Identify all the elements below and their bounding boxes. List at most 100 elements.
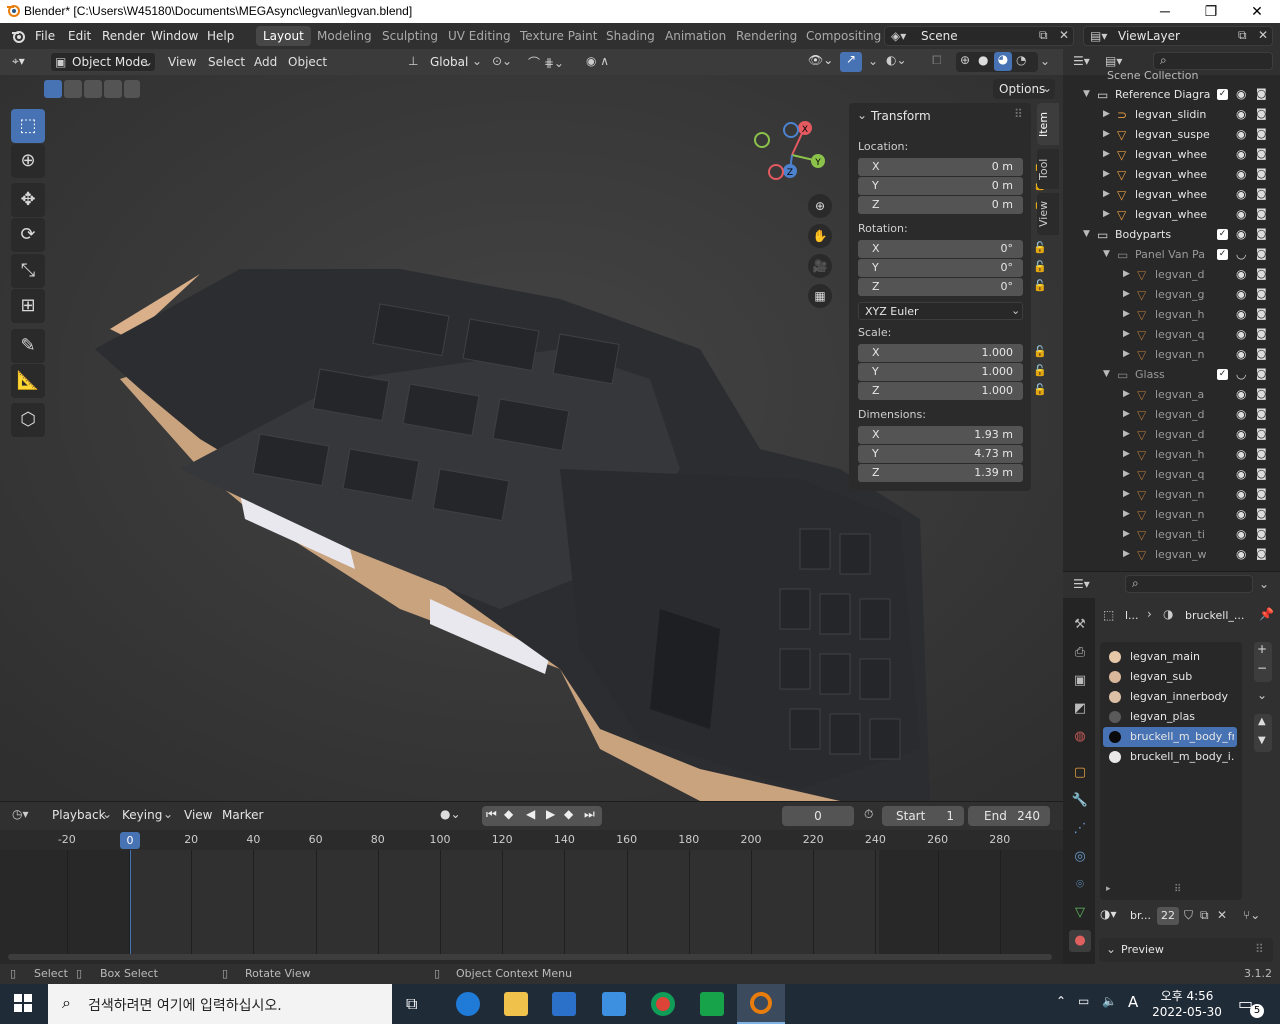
visibility-eye-icon[interactable]: ◉: [1236, 327, 1246, 341]
expand-right-icon[interactable]: ▶: [1123, 449, 1130, 459]
visibility-eye-icon[interactable]: ◡: [1236, 247, 1246, 261]
outliner-object-row[interactable]: ▶ ▽ legvan_q ◉ ◙: [1063, 325, 1280, 345]
menu-select[interactable]: Select: [208, 55, 245, 69]
expand-right-icon[interactable]: ▶: [1123, 489, 1130, 499]
tab-animation[interactable]: Animation: [665, 29, 726, 43]
add-cube-tool[interactable]: ⬡: [11, 403, 45, 437]
outliner-object-row[interactable]: ▶ ▽ legvan_suspe ◉ ◙: [1063, 125, 1280, 145]
editor-type-icon[interactable]: ◷▾: [12, 807, 29, 821]
timeline-scrollbar[interactable]: [8, 954, 1052, 960]
pin-icon[interactable]: 📌: [1259, 607, 1274, 621]
particles-properties-icon[interactable]: ⋰: [1069, 818, 1091, 840]
expand-right-icon[interactable]: ▶: [1103, 149, 1110, 159]
tab-item[interactable]: Item: [1037, 103, 1059, 145]
expand-right-icon[interactable]: ▶: [1123, 349, 1130, 359]
material-datablock[interactable]: ◑▾ br... 22 ⛉ ⧉ ✕: [1100, 906, 1234, 926]
render-camera-icon[interactable]: ◙: [1256, 307, 1267, 320]
render-camera-icon[interactable]: ◙: [1256, 407, 1267, 420]
visibility-eye-icon[interactable]: ◉: [1236, 407, 1246, 421]
data-properties-icon[interactable]: ▽: [1069, 902, 1091, 924]
visibility-eye-icon[interactable]: ◉: [1236, 347, 1246, 361]
rotation-z-field[interactable]: Z 0° 🔓: [858, 278, 1047, 296]
render-camera-icon[interactable]: ◙: [1256, 207, 1267, 220]
menu-keying[interactable]: Keying: [122, 808, 162, 822]
expand-right-icon[interactable]: ▶: [1123, 389, 1130, 399]
annotate-tool[interactable]: ✎: [11, 329, 45, 363]
visibility-icon[interactable]: 👁⌄: [808, 53, 833, 67]
render-camera-icon[interactable]: ◙: [1256, 227, 1267, 240]
transform-tool[interactable]: ⊞: [11, 289, 45, 323]
tool-properties-icon[interactable]: ⚒: [1069, 614, 1091, 636]
material-slot-row[interactable]: legvan_sub: [1103, 667, 1237, 687]
outliner-object-row[interactable]: ▶ ⊃ legvan_slidin ◉ ◙: [1063, 105, 1280, 125]
rotation-x-field[interactable]: X 0° 🔓: [858, 240, 1047, 258]
zoom-icon[interactable]: ⊕: [808, 194, 832, 218]
edge-browser-icon[interactable]: [456, 992, 480, 1016]
outliner-object-row[interactable]: ▶ ▽ legvan_h ◉ ◙: [1063, 445, 1280, 465]
expand-right-icon[interactable]: ▶: [1103, 189, 1110, 199]
visibility-eye-icon[interactable]: ◉: [1236, 207, 1246, 221]
tab-shading[interactable]: Shading: [606, 29, 655, 43]
stopwatch-icon[interactable]: ⏱: [864, 807, 873, 822]
resize-handle-icon[interactable]: ⠿: [1174, 884, 1181, 895]
material-slot-row[interactable]: bruckell_m_body_fr...: [1103, 727, 1237, 747]
expand-down-icon[interactable]: ▼: [1103, 369, 1110, 379]
visibility-eye-icon[interactable]: ◉: [1236, 527, 1246, 541]
render-camera-icon[interactable]: ◙: [1256, 167, 1267, 180]
overlay-icon[interactable]: ◐⌄: [886, 53, 907, 67]
drag-handle-icon[interactable]: ⠿: [1014, 107, 1023, 121]
menu-view[interactable]: View: [168, 55, 196, 69]
scale-z-field[interactable]: Z 1.000 🔓: [858, 382, 1047, 400]
link-dropdown-icon[interactable]: ⑂⌄: [1243, 908, 1260, 922]
menu-add[interactable]: Add: [254, 55, 277, 69]
visibility-eye-icon[interactable]: ◉: [1236, 307, 1246, 321]
visibility-eye-icon[interactable]: ◉: [1236, 187, 1246, 201]
next-keyframe-icon[interactable]: ◆: [564, 807, 573, 821]
mode-dropdown[interactable]: ▣ Object Mode ⌄: [50, 52, 156, 72]
outliner-search-input[interactable]: ⌕: [1153, 52, 1273, 70]
playhead-frame-indicator[interactable]: 0: [120, 832, 140, 849]
outliner-object-row[interactable]: ▶ ▽ legvan_q ◉ ◙: [1063, 465, 1280, 485]
outliner-object-row[interactable]: ▶ ▽ legvan_w ◉ ◙: [1063, 545, 1280, 565]
close-icon[interactable]: ✕: [1234, 0, 1280, 23]
material-shading-icon[interactable]: ◕: [994, 52, 1012, 71]
expand-right-icon[interactable]: ▶: [1103, 109, 1110, 119]
dimension-x-field[interactable]: X 1.93 m: [858, 426, 1023, 444]
3d-viewport[interactable]: ⌖▾ ▣ Object Mode ⌄ View Select Add Objec…: [0, 49, 1063, 801]
render-camera-icon[interactable]: ◙: [1256, 347, 1267, 360]
menu-help[interactable]: Help: [207, 29, 234, 43]
properties-search-input[interactable]: ⌕: [1125, 575, 1253, 593]
render-camera-icon[interactable]: ◙: [1256, 107, 1267, 120]
material-browse-icon[interactable]: ◑▾: [1100, 907, 1117, 921]
expand-down-icon[interactable]: ▼: [1083, 229, 1090, 239]
proportional-edit-icon[interactable]: ◉ ∧: [586, 54, 609, 68]
expand-right-icon[interactable]: ▶: [1123, 269, 1130, 279]
outliner-object-row[interactable]: ▶ ▽ legvan_n ◉ ◙: [1063, 345, 1280, 365]
visibility-eye-icon[interactable]: ◉: [1236, 167, 1246, 181]
unlink-material-icon[interactable]: ✕: [1217, 908, 1227, 922]
outliner-object-row[interactable]: ▶ ▽ legvan_whee ◉ ◙: [1063, 165, 1280, 185]
duplicate-material-icon[interactable]: ⧉: [1200, 908, 1209, 923]
expand-right-icon[interactable]: ▶: [1103, 129, 1110, 139]
orientation-dropdown[interactable]: ⊥ Global ⌄: [406, 52, 484, 72]
expand-right-icon[interactable]: ▶: [1123, 309, 1130, 319]
material-properties-icon[interactable]: ●: [1069, 930, 1091, 952]
expand-down-icon[interactable]: ▼: [1103, 249, 1110, 259]
move-down-icon[interactable]: ▼: [1258, 735, 1266, 746]
clock-date[interactable]: 2022-05-30: [1152, 1005, 1222, 1019]
visibility-eye-icon[interactable]: ◡: [1236, 367, 1246, 381]
render-camera-icon[interactable]: ◙: [1256, 87, 1267, 100]
visibility-eye-icon[interactable]: ◉: [1236, 267, 1246, 281]
tray-overflow-icon[interactable]: ⌃: [1056, 994, 1066, 1008]
wireframe-shading-icon[interactable]: ⊕: [960, 53, 970, 67]
start-frame-field[interactable]: Start 1: [882, 806, 964, 826]
constraints-properties-icon[interactable]: ⌾: [1069, 874, 1091, 896]
render-camera-icon[interactable]: ◙: [1256, 247, 1267, 260]
render-camera-icon[interactable]: ◙: [1256, 147, 1267, 160]
minimize-icon[interactable]: ─: [1142, 0, 1188, 23]
outliner-object-row[interactable]: ▶ ▽ legvan_d ◉ ◙: [1063, 425, 1280, 445]
exclude-checkbox[interactable]: ✓: [1217, 369, 1228, 380]
new-scene-icon[interactable]: ⧉: [1039, 28, 1048, 43]
expand-down-icon[interactable]: ▼: [1083, 89, 1090, 99]
xray-icon[interactable]: ⧠: [932, 53, 942, 68]
